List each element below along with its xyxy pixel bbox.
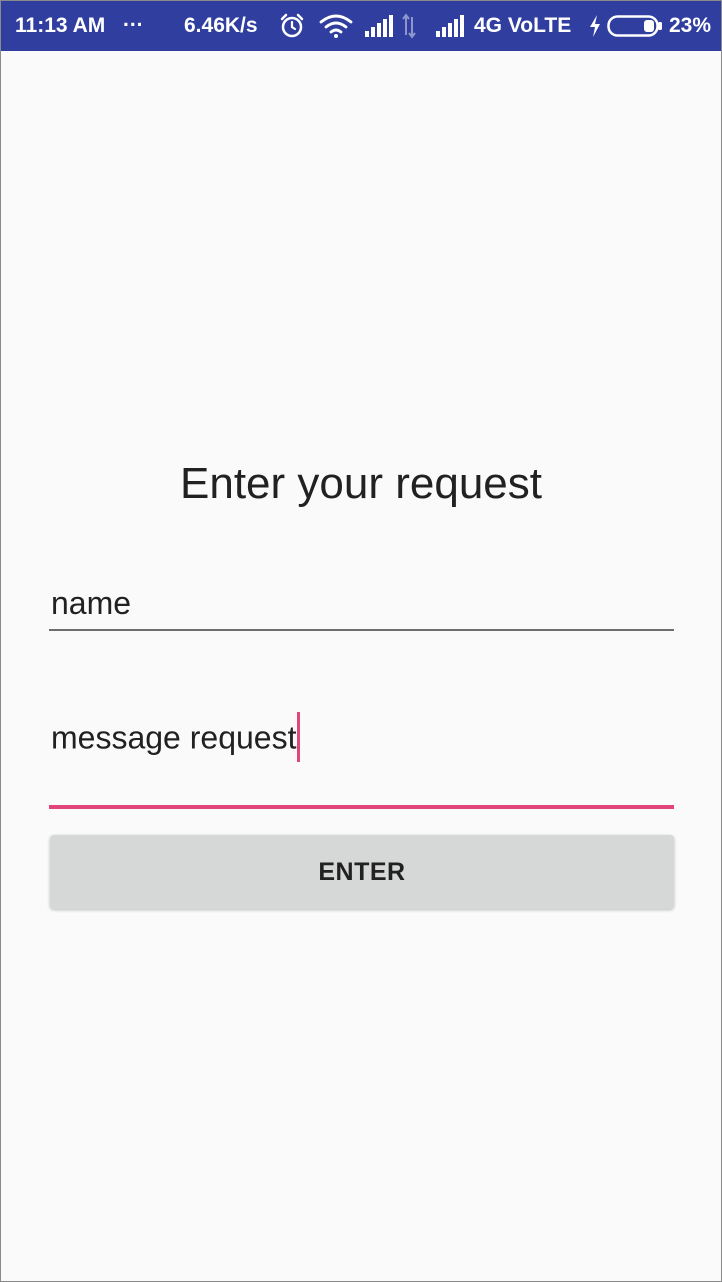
text-cursor <box>297 712 301 762</box>
charging-icon <box>589 15 601 43</box>
app-screen: 11:13 AM ... 6.46K/s 4G VoLTE 23% Enter … <box>0 0 722 1282</box>
data-transfer-icon <box>402 13 416 45</box>
page-title: Enter your request <box>180 459 542 508</box>
status-time: 11:13 AM <box>15 14 106 37</box>
message-request-text: message request <box>51 719 297 756</box>
message-request-field[interactable]: message request <box>49 701 674 811</box>
battery-percent: 23% <box>669 14 712 37</box>
status-more-dots: ... <box>123 8 144 31</box>
signal-strength-icon <box>364 15 394 43</box>
name-field[interactable]: name <box>49 573 674 633</box>
name-field-underline <box>49 629 674 631</box>
wifi-icon <box>319 14 353 44</box>
status-network-type: 4G VoLTE <box>474 14 572 37</box>
status-bar: 11:13 AM ... 6.46K/s 4G VoLTE 23% <box>1 1 721 51</box>
battery-icon <box>607 15 663 43</box>
name-field-text: name <box>51 585 132 621</box>
alarm-icon <box>279 12 305 46</box>
signal-strength-2-icon <box>435 15 465 43</box>
status-network-speed: 6.46K/s <box>184 14 258 37</box>
message-field-underline <box>49 805 674 809</box>
enter-button[interactable]: ENTER <box>50 835 674 909</box>
